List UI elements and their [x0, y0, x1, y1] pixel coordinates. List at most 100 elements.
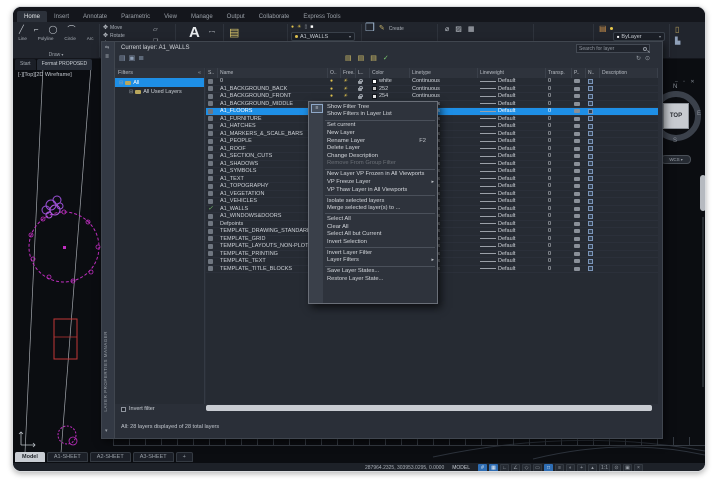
layer-transparency[interactable]: 0 — [546, 168, 572, 174]
plot-icon[interactable] — [574, 79, 580, 83]
set-current-layer-icon[interactable]: ✓ — [383, 54, 389, 62]
layer-transparency[interactable]: 0 — [546, 123, 572, 129]
layer-name[interactable]: A1_BACKGROUND_FRONT — [218, 93, 328, 99]
collapse-filters-icon[interactable]: « — [198, 70, 201, 76]
filter-tree-item[interactable]: ⊟ All — [115, 78, 204, 87]
plot-icon[interactable] — [574, 177, 580, 181]
status-toggle-icon[interactable]: ▦ — [489, 464, 498, 472]
layout-tab[interactable]: A1-SHEET — [47, 452, 88, 462]
layer-lineweight[interactable]: Default — [498, 168, 515, 174]
plot-icon[interactable] — [574, 184, 580, 188]
navigation-bar[interactable] — [700, 175, 706, 211]
new-vp-freeze-icon[interactable] — [588, 124, 593, 129]
plot-icon[interactable] — [574, 192, 580, 196]
layer-freeze-icon[interactable] — [343, 93, 347, 99]
col-on[interactable]: O.. — [328, 68, 341, 78]
layer-lineweight[interactable]: Default — [498, 123, 515, 129]
new-group-filter-icon[interactable]: ▣ — [129, 54, 136, 62]
line-tool-icon[interactable]: ╱ — [19, 25, 24, 34]
layer-name[interactable]: 0 — [218, 78, 328, 84]
layout-tab[interactable]: Model — [15, 452, 45, 462]
layer-lineweight[interactable]: Default — [498, 78, 515, 84]
status-toggle-icon[interactable]: × — [634, 464, 643, 472]
col-lock[interactable]: L.. — [356, 68, 370, 78]
draw-tool-label[interactable]: Line — [18, 36, 27, 41]
plot-icon[interactable] — [574, 267, 580, 271]
layer-lineweight[interactable]: Default — [498, 153, 515, 159]
viewcube-south-label[interactable]: S — [673, 138, 677, 144]
layer-transparency[interactable]: 0 — [546, 93, 572, 99]
context-menu-item[interactable]: Set current — [309, 122, 437, 130]
layer-lock-ribbon-icon[interactable]: ▯ — [305, 24, 308, 30]
draw-tool-label[interactable]: Circle — [64, 36, 76, 41]
col-color[interactable]: Color — [370, 68, 410, 78]
plot-icon[interactable] — [574, 162, 580, 166]
palette-title-strip[interactable]: ⇆ ≣ ▾ LAYER PROPERTIES MANAGER — [102, 42, 115, 438]
layer-lineweight[interactable]: Default — [498, 228, 515, 234]
status-toggle-icon[interactable]: 1:1 — [599, 464, 610, 472]
ribbon-tab[interactable]: Manage — [184, 11, 220, 22]
layer-transparency[interactable]: 0 — [546, 146, 572, 152]
layer-lineweight[interactable]: Default — [498, 108, 515, 114]
ribbon-tab[interactable]: Output — [220, 11, 252, 22]
layer-lineweight[interactable]: Default — [498, 183, 515, 189]
measure-tool-icon[interactable]: ⌀ — [445, 25, 449, 34]
layer-lock-icon[interactable] — [358, 81, 362, 84]
viewcube-top-face[interactable]: TOP — [663, 103, 689, 129]
layer-transparency[interactable]: 0 — [546, 243, 572, 249]
layout-tab[interactable]: + — [176, 452, 193, 462]
draw-panel-label[interactable]: Draw — [13, 52, 99, 58]
layout-tab[interactable]: A2-SHEET — [90, 452, 131, 462]
layer-lock-icon[interactable] — [358, 96, 362, 99]
context-menu-item[interactable]: Show Filters in Layer List — [309, 111, 437, 119]
layer-freeze-icon[interactable] — [343, 78, 347, 84]
col-lineweight[interactable]: Lineweight — [478, 68, 546, 78]
scrollbar-track[interactable] — [702, 217, 704, 387]
new-vp-freeze-icon[interactable] — [588, 206, 593, 211]
scrollbar-thumb[interactable] — [206, 405, 652, 411]
layer-linetype[interactable]: Continuous — [410, 86, 478, 92]
new-vp-freeze-icon[interactable] — [588, 259, 593, 264]
layer-row[interactable]: 0 white Continuous Default 0 — [206, 78, 658, 86]
layer-linetype[interactable]: Continuous — [410, 93, 478, 99]
plot-icon[interactable] — [574, 259, 580, 263]
paste-clipboard-icon[interactable]: ▯ — [675, 25, 680, 34]
layer-dropdown[interactable]: A1_WALLS ▾ — [291, 32, 355, 41]
status-toggle-icon[interactable]: # — [478, 464, 487, 472]
color-swatch[interactable] — [372, 94, 377, 99]
circle-tool-icon[interactable]: ◯ — [49, 25, 58, 34]
layer-transparency[interactable]: 0 — [546, 101, 572, 107]
layer-lineweight[interactable]: Default — [498, 191, 515, 197]
layer-transparency[interactable]: 0 — [546, 206, 572, 212]
status-toggle-icon[interactable]: ∟ — [500, 464, 509, 472]
viewcube-north-label[interactable]: N — [673, 84, 677, 90]
layer-transparency[interactable]: 0 — [546, 138, 572, 144]
dimension-tool-icon[interactable]: ⌐¬ — [209, 28, 215, 37]
context-menu-item[interactable]: Delete Layer — [309, 144, 437, 152]
new-vp-freeze-icon[interactable] — [588, 94, 593, 99]
viewport-window-controls[interactable]: ‒ ▫ ✕ — [675, 79, 697, 85]
plot-icon[interactable] — [574, 154, 580, 158]
new-vp-freeze-icon[interactable] — [588, 184, 593, 189]
layer-lineweight[interactable]: Default — [498, 101, 515, 107]
new-vp-freeze-icon[interactable] — [588, 139, 593, 144]
settings-gear-icon[interactable]: ⊙ — [645, 55, 650, 62]
layer-transparency[interactable]: 0 — [546, 191, 572, 197]
new-vp-freeze-icon[interactable] — [588, 214, 593, 219]
layer-color-ribbon-icon[interactable]: ■ — [310, 24, 313, 30]
context-menu-item[interactable]: Select All — [309, 215, 437, 223]
erase-tool-icon[interactable]: ▱ — [153, 26, 158, 35]
layer-lineweight[interactable]: Default — [498, 161, 515, 167]
col-vpfreeze[interactable]: N.. — [586, 68, 600, 78]
polyline-tool-icon[interactable]: ⌐ — [34, 25, 39, 34]
layer-freeze-ribbon-icon[interactable]: ☀ — [297, 24, 301, 30]
layout-tab[interactable]: A3-SHEET — [133, 452, 174, 462]
status-toggle-icon[interactable]: ▭ — [533, 464, 542, 472]
grid-header-row[interactable]: S.. Name O.. Free.. L.. Color Linetype L… — [206, 68, 658, 78]
layer-on-ribbon-icon[interactable]: ● — [291, 24, 294, 30]
tree-expander-icon[interactable]: ⊟ — [119, 80, 123, 86]
plot-icon[interactable] — [574, 237, 580, 241]
context-menu-item[interactable]: New Layer VP Frozen in All Viewports — [309, 171, 437, 179]
plot-icon[interactable] — [574, 229, 580, 233]
new-vp-freeze-icon[interactable] — [588, 79, 593, 84]
